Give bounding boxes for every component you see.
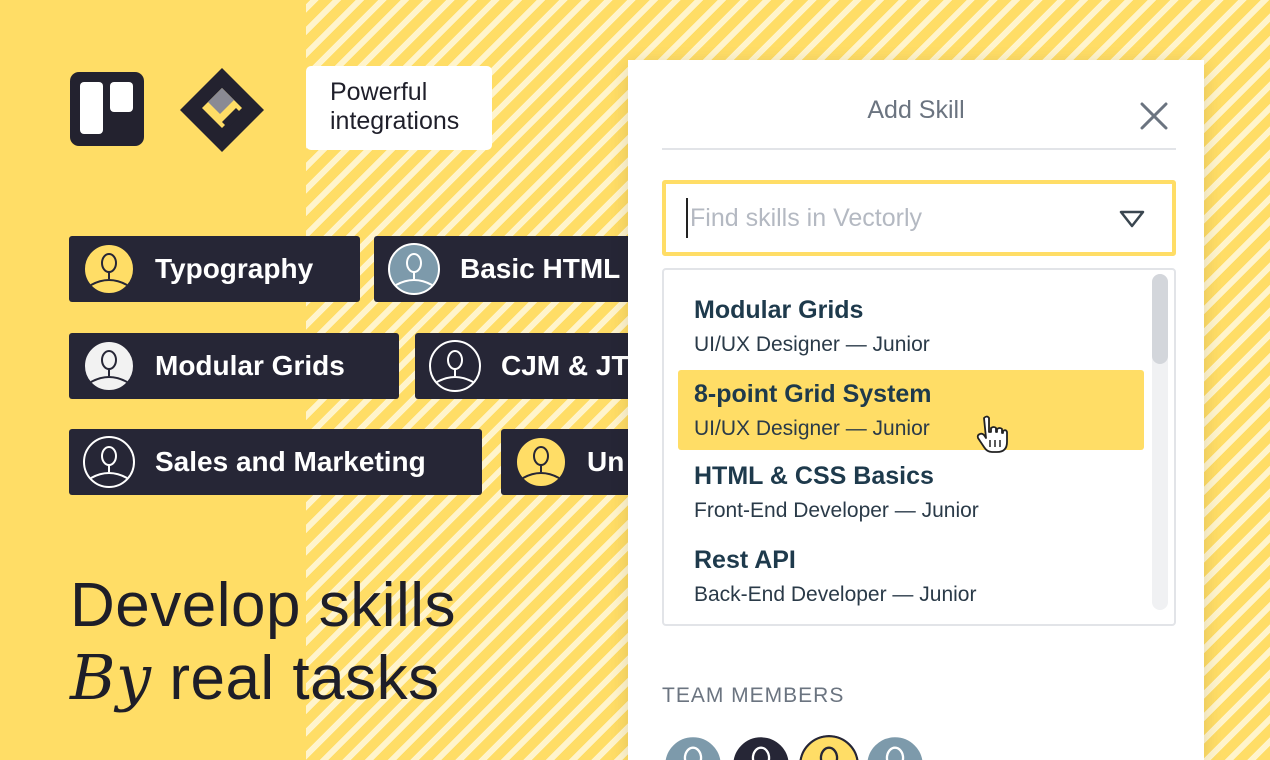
person-silhouette [429, 340, 481, 392]
headline-line-1: Develop skills [70, 571, 457, 640]
person-silhouette [731, 735, 791, 760]
headline-script-word: By [70, 641, 152, 714]
list-scrollbar[interactable] [1152, 274, 1168, 610]
list-scrollbar-thumb[interactable] [1152, 274, 1168, 364]
skill-chip-label: CJM & JTBD [501, 350, 628, 381]
skill-search-input[interactable] [686, 198, 1106, 238]
skill-chip[interactable]: CJM & JTBD [415, 333, 628, 399]
person-silhouette [83, 243, 135, 295]
team-member-avatar[interactable] [862, 732, 928, 760]
person-silhouette [83, 340, 135, 392]
add-skill-panel: Add Skill Modular Grids UI/UX Designer —… [628, 60, 1204, 760]
list-item-title: HTML & CSS Basics [694, 462, 934, 490]
team-member-avatar[interactable] [660, 732, 726, 760]
skill-chip-label: Sales and Marketing [155, 446, 426, 477]
list-item[interactable]: 8-point Grid System UI/UX Designer — Jun… [678, 370, 1144, 450]
skill-chip[interactable]: Typography [69, 236, 360, 302]
skill-chip[interactable]: Basic HTML [374, 236, 628, 302]
skill-chip[interactable]: Modular Grids [69, 333, 399, 399]
skill-search-box[interactable] [662, 180, 1176, 256]
person-silhouette [799, 735, 859, 760]
list-item-subtitle: Back-End Developer — Junior [694, 583, 977, 606]
team-members-label: TEAM MEMBERS [662, 684, 845, 707]
person-avatar-icon [83, 436, 135, 488]
panel-title: Add Skill [867, 96, 965, 124]
person-silhouette [865, 735, 925, 760]
list-item-subtitle: UI/UX Designer — Junior [694, 333, 930, 356]
hand-cursor-icon [976, 415, 1008, 453]
skill-results-list: Modular Grids UI/UX Designer — Junior 8-… [662, 268, 1176, 626]
person-avatar-icon [429, 340, 481, 392]
chevron-down-icon[interactable] [1118, 208, 1146, 230]
person-silhouette [388, 243, 440, 295]
headline: Develop skills By real tasks [70, 570, 456, 715]
close-icon[interactable] [1138, 100, 1170, 132]
skill-chip[interactable]: Un [501, 429, 628, 495]
list-item-title: Rest API [694, 546, 796, 574]
list-item-title: 8-point Grid System [694, 380, 932, 408]
team-member-avatar[interactable] [728, 732, 794, 760]
person-avatar-icon [83, 243, 135, 295]
person-avatar-icon [515, 436, 567, 488]
list-item[interactable]: Modular Grids UI/UX Designer — Junior [678, 286, 1144, 366]
skill-chip-label: Typography [155, 253, 314, 284]
person-silhouette [83, 436, 135, 488]
headline-rest: real tasks [151, 644, 440, 713]
person-silhouette [515, 436, 567, 488]
person-avatar-icon [83, 340, 135, 392]
list-item-subtitle: UI/UX Designer — Junior [694, 417, 930, 440]
list-item-title: Modular Grids [694, 296, 864, 324]
team-member-avatar[interactable] [796, 732, 862, 760]
skill-chip-label: Modular Grids [155, 350, 345, 381]
person-avatar-icon [388, 243, 440, 295]
skill-chip-label: Un [587, 446, 625, 477]
headline-line-2: By real tasks [70, 642, 456, 715]
person-silhouette [663, 735, 723, 760]
skill-chip[interactable]: Sales and Marketing [69, 429, 482, 495]
skill-chip-label: Basic HTML [460, 253, 621, 284]
list-item-subtitle: Front-End Developer — Junior [694, 499, 979, 522]
panel-divider [662, 148, 1176, 150]
list-item[interactable]: HTML & CSS Basics Front-End Developer — … [678, 452, 1144, 532]
list-item[interactable]: Rest API Back-End Developer — Junior [678, 536, 1144, 616]
